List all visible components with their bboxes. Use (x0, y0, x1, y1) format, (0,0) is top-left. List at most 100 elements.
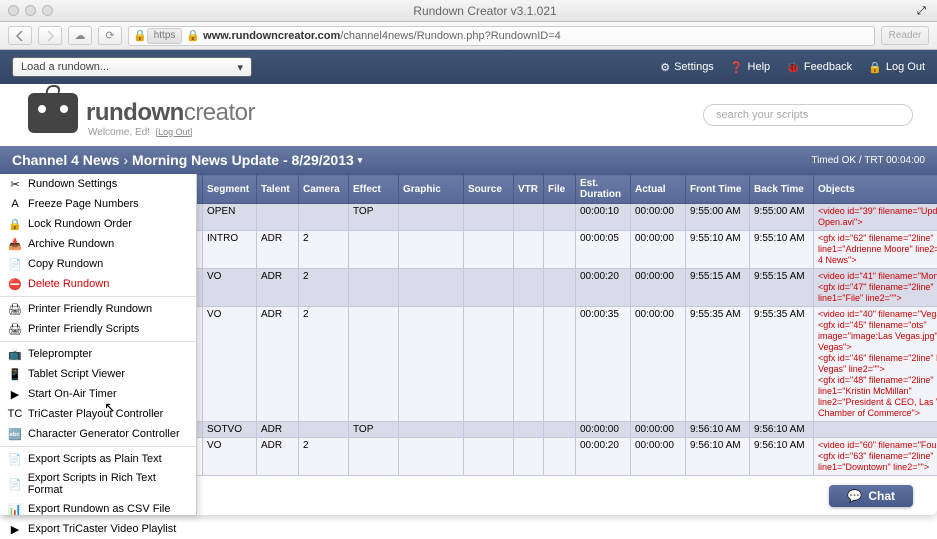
column-header[interactable]: Effect (349, 175, 399, 204)
window-titlebar: Rundown Creator v3.1.021 ⤢ (0, 0, 937, 22)
zoom-button[interactable] (42, 5, 53, 16)
minimize-button[interactable] (25, 5, 36, 16)
menu-item[interactable]: 📱Tablet Script Viewer (0, 364, 196, 384)
forward-button[interactable] (38, 26, 62, 45)
objects-cell[interactable]: <video id="40" filename="Vegas.avi"><gfx… (814, 307, 937, 422)
chat-button[interactable]: 💬 Chat (829, 485, 913, 507)
column-header[interactable]: Segment (203, 175, 257, 204)
menu-item[interactable]: ▶Start On-Air Timer (0, 384, 196, 404)
menu-item[interactable]: 🖨Printer Friendly Scripts (0, 319, 196, 339)
menu-item-label: Export Rundown as CSV File (28, 503, 170, 515)
close-button[interactable] (8, 5, 19, 16)
search-input[interactable]: search your scripts (703, 104, 913, 126)
header: rundowncreator Welcome, Ed! [Log Out] se… (0, 84, 937, 146)
menu-item-icon: 📥 (8, 237, 22, 251)
menu-item-label: Archive Rundown (28, 238, 114, 250)
menu-item-icon: 📄 (8, 452, 22, 466)
feedback-link[interactable]: 🐞Feedback (786, 61, 852, 74)
url-path: /channel4news/Rundown.php?RundownID=4 (340, 30, 560, 42)
menu-item[interactable]: 📄 Export Scripts as Plain Text (0, 449, 196, 469)
menu-item-icon: ✂ (8, 177, 22, 191)
objects-cell[interactable]: <gfx id="62" filename="2line" line1="Adr… (814, 231, 937, 269)
menu-item-icon: 🔒 (8, 217, 22, 231)
load-rundown-select[interactable]: Load a rundown... ▾ (12, 57, 252, 77)
breadcrumb-root[interactable]: Channel 4 News (12, 152, 119, 168)
menu-item-icon: 📱 (8, 367, 22, 381)
icloud-button[interactable]: ☁ (68, 26, 92, 45)
menu-item-icon: TC (8, 407, 22, 421)
fullscreen-icon[interactable]: ⤢ (917, 5, 929, 17)
column-header[interactable]: Back Time (750, 175, 814, 204)
url-bar[interactable]: 🔒 https 🔒 www.rundowncreator.com /channe… (128, 26, 875, 46)
menu-item-label: Lock Rundown Order (28, 218, 132, 230)
menu-item[interactable]: 📺Teleprompter (0, 344, 196, 364)
rundown-context-menu: ✂ Rundown Settings A Freeze Page Numbers 🔒 Lo… (0, 174, 197, 515)
breadcrumb: Channel 4 News › Morning News Update - 8… (0, 146, 937, 174)
column-header[interactable]: VTR (514, 175, 544, 204)
objects-cell[interactable]: <video id="39" filename="Update Open.avi… (814, 204, 937, 231)
menu-item[interactable]: A Freeze Page Numbers (0, 194, 196, 214)
menu-item-icon: 🖨 (8, 322, 22, 336)
lock-icon: 🔒 (133, 29, 147, 42)
menu-item-label: Freeze Page Numbers (28, 198, 139, 210)
menu-item-icon: ⛔ (8, 277, 22, 291)
menu-item[interactable]: 🔒 Lock Rundown Order (0, 214, 196, 234)
breadcrumb-rundown[interactable]: Morning News Update - 8/29/2013 (132, 152, 354, 168)
menu-item-icon: A (8, 197, 22, 211)
help-icon: ❓ (730, 61, 744, 74)
settings-link[interactable]: ⚙Settings (660, 61, 714, 74)
cursor-icon: ↖ (104, 399, 116, 416)
back-button[interactable] (8, 26, 32, 45)
menu-item[interactable]: 📊Export Rundown as CSV File (0, 499, 196, 519)
timed-status: Timed OK / TRT 00:04:00 (811, 155, 925, 166)
menu-item[interactable]: 📥 Archive Rundown (0, 234, 196, 254)
menu-item-icon: 📄 (8, 257, 22, 271)
menu-item-label: Delete Rundown (28, 278, 109, 290)
help-link[interactable]: ❓Help (730, 61, 770, 74)
menu-item-icon: 🔤 (8, 427, 22, 441)
objects-cell[interactable]: <video id="41" filename="Monorail.avi"><… (814, 269, 937, 307)
chat-icon: 💬 (847, 489, 862, 503)
menu-item-label: Rundown Settings (28, 178, 117, 190)
menu-item-icon: 🖨 (8, 302, 22, 316)
menu-item[interactable]: 📄Copy Rundown (0, 254, 196, 274)
column-header[interactable]: Graphic (399, 175, 464, 204)
menu-item-icon: ▶ (8, 387, 22, 401)
objects-cell[interactable] (814, 422, 937, 438)
reload-button[interactable]: ⟳ (98, 26, 122, 45)
traffic-lights (8, 5, 53, 16)
reader-button[interactable]: Reader (881, 26, 929, 45)
chevron-down-icon: ▾ (237, 61, 243, 74)
app-topbar: Load a rundown... ▾ ⚙Settings ❓Help 🐞Fee… (0, 50, 937, 84)
menu-item-icon: 📄 (8, 477, 22, 491)
column-header[interactable]: Objects (814, 175, 937, 204)
objects-cell[interactable]: <video id="60" filename="Fountain.avi"><… (814, 438, 937, 476)
column-header[interactable]: File (544, 175, 576, 204)
welcome-text: Welcome, Ed! [Log Out] (88, 127, 255, 138)
tv-icon (28, 93, 78, 133)
column-header[interactable]: Front Time (686, 175, 750, 204)
logout-link[interactable]: 🔒Log Out (868, 61, 925, 74)
menu-item-icon: 📺 (8, 347, 22, 361)
menu-item[interactable]: 📄Export Scripts in Rich Text Format (0, 469, 196, 499)
menu-item-label: Export TriCaster Video Playlist (28, 523, 176, 535)
column-header[interactable]: Est. Duration (576, 175, 631, 204)
menu-item-label: Character Generator Controller (28, 428, 180, 440)
menu-item[interactable]: ⛔ Delete Rundown (0, 274, 196, 294)
chevron-down-icon[interactable]: ▾ (358, 155, 363, 166)
menu-item[interactable]: ▶Export TriCaster Video Playlist (0, 519, 196, 539)
https-pill: https (147, 28, 183, 44)
column-header[interactable]: Camera (299, 175, 349, 204)
menu-item[interactable]: 🖨 Printer Friendly Rundown (0, 299, 196, 319)
menu-item-label: Printer Friendly Rundown (28, 303, 152, 315)
menu-item-label: Export Scripts as Plain Text (28, 453, 162, 465)
menu-item[interactable]: ✂ Rundown Settings (0, 174, 196, 194)
column-header[interactable]: Source (464, 175, 514, 204)
menu-item[interactable]: 🔤 Character Generator Controller (0, 424, 196, 444)
menu-item[interactable]: TCTriCaster Playout Controller (0, 404, 196, 424)
logout-inline-link[interactable]: [Log Out] (156, 127, 193, 137)
column-header[interactable]: Actual (631, 175, 686, 204)
url-host: www.rundowncreator.com (203, 30, 340, 42)
browser-toolbar: ☁ ⟳ 🔒 https 🔒 www.rundowncreator.com /ch… (0, 22, 937, 50)
column-header[interactable]: Talent (257, 175, 299, 204)
